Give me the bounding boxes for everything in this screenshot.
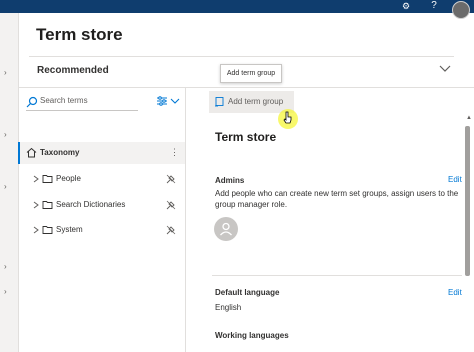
folder-icon bbox=[42, 201, 53, 209]
scrollbar-thumb[interactable] bbox=[465, 126, 470, 276]
admins-edit-link[interactable]: Edit bbox=[448, 175, 462, 184]
tree-item-label: Taxonomy bbox=[40, 148, 80, 157]
pin-icon[interactable] bbox=[166, 200, 176, 210]
pin-icon[interactable] bbox=[166, 225, 176, 235]
chevron-icon[interactable]: › bbox=[4, 131, 12, 139]
working-languages-label: Working languages bbox=[215, 331, 289, 340]
chevron-icon[interactable]: › bbox=[4, 263, 12, 271]
term-tree-pane: Search terms Taxonomy ⋮ People Search Di… bbox=[18, 88, 186, 352]
tree-item-label: People bbox=[56, 174, 81, 183]
tree-item-taxonomy[interactable]: Taxonomy ⋮ bbox=[18, 142, 185, 164]
search-placeholder: Search terms bbox=[40, 96, 88, 105]
tree-item-label: System bbox=[56, 225, 83, 234]
default-language-label: Default language bbox=[215, 288, 280, 297]
admins-label: Admins bbox=[215, 176, 245, 185]
left-nav-rail: › › › › › bbox=[0, 13, 19, 352]
filter-icon[interactable] bbox=[156, 95, 168, 107]
add-group-icon bbox=[215, 97, 224, 107]
settings-icon[interactable]: ⚙ bbox=[399, 0, 413, 12]
details-title: Term store bbox=[215, 130, 277, 144]
chevron-down-icon[interactable] bbox=[170, 96, 180, 106]
tree-item-search-dictionaries[interactable]: Search Dictionaries bbox=[18, 194, 185, 216]
selection-indicator bbox=[18, 142, 20, 164]
chevron-right-icon[interactable] bbox=[32, 175, 40, 183]
user-avatar[interactable] bbox=[452, 1, 470, 19]
help-icon[interactable]: ? bbox=[428, 0, 440, 12]
suite-bar: ⚙ ? bbox=[0, 0, 474, 19]
default-language-value: English bbox=[215, 303, 242, 312]
admins-description: group manager role. bbox=[215, 200, 288, 209]
chevron-icon[interactable]: › bbox=[4, 69, 12, 77]
chevron-icon[interactable]: › bbox=[4, 183, 12, 191]
chevron-down-icon[interactable] bbox=[438, 62, 452, 76]
tree-item-people[interactable]: People bbox=[18, 168, 185, 190]
admin-avatar[interactable] bbox=[214, 217, 238, 241]
search-icon bbox=[26, 96, 38, 108]
page-title: Term store bbox=[36, 25, 123, 44]
recommended-section-label[interactable]: Recommended bbox=[37, 65, 109, 76]
admins-description: Add people who can create new term set g… bbox=[215, 189, 459, 198]
person-icon bbox=[220, 222, 232, 236]
tree-item-label: Search Dictionaries bbox=[56, 200, 126, 209]
pointer-cursor-icon bbox=[278, 109, 298, 129]
chevron-right-icon[interactable] bbox=[32, 201, 40, 209]
divider bbox=[29, 56, 454, 57]
more-options-icon[interactable]: ⋮ bbox=[170, 147, 179, 158]
search-input[interactable]: Search terms bbox=[26, 94, 138, 111]
folder-icon bbox=[42, 175, 53, 183]
tooltip: Add term group bbox=[220, 64, 282, 83]
scroll-up-icon[interactable]: ▲ bbox=[466, 115, 472, 121]
chevron-icon[interactable]: › bbox=[4, 288, 12, 296]
divider bbox=[212, 275, 462, 276]
default-language-edit-link[interactable]: Edit bbox=[448, 288, 462, 297]
home-icon bbox=[26, 147, 37, 158]
tree-item-system[interactable]: System bbox=[18, 219, 185, 241]
chevron-right-icon[interactable] bbox=[32, 226, 40, 234]
add-term-group-label: Add term group bbox=[228, 97, 284, 106]
folder-icon bbox=[42, 226, 53, 234]
pin-icon[interactable] bbox=[166, 174, 176, 184]
